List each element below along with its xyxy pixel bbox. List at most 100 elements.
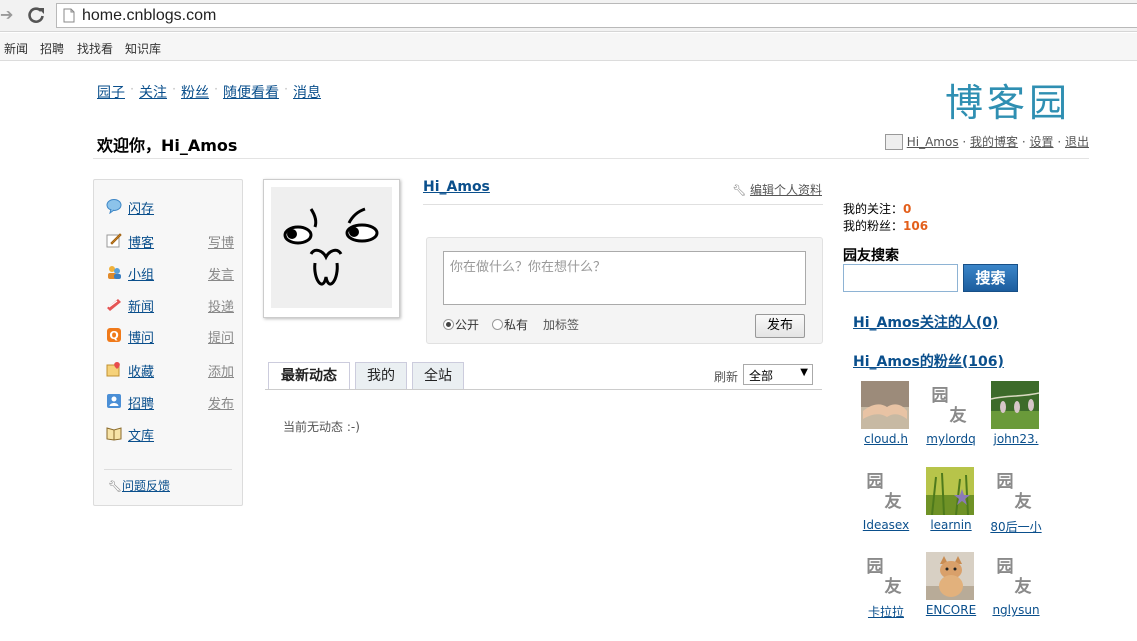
bookmark-jobs[interactable]: 招聘 [40,40,64,57]
filter-select[interactable]: 全部 ▼ [743,364,813,385]
blog-pencil-icon [106,233,122,248]
fans-list-link[interactable]: Hi_Amos的粉丝(106) [853,351,1004,371]
bookmark-search[interactable]: 找找看 [77,40,113,57]
fans-count[interactable]: 106 [903,219,928,233]
write-blog-link[interactable]: 写博 [208,232,234,251]
fan-item[interactable]: 园 友 Ideasex [853,467,919,537]
cnblogs-logo[interactable]: 博客园 [945,72,1085,125]
status-textarea[interactable]: 你在做什么？你在想什么？ [443,251,806,305]
settings-link[interactable]: 设置 [1030,135,1054,149]
edit-profile-link[interactable]: 编辑个人资料 [750,183,822,197]
svg-text:友: 友 [950,405,967,426]
sidebar-item-flash[interactable]: 闪存 [106,197,234,217]
fans-stat: 我的粉丝：106 [843,218,928,235]
profile-name-link[interactable]: Hi_Amos [423,179,490,195]
nav-messages[interactable]: 消息 [293,82,321,102]
fan-name[interactable]: john23. [979,432,1053,446]
refresh-link[interactable]: 刷新 [714,368,738,385]
feedback-row[interactable]: 🔧︎问题反馈 [108,477,170,494]
fan-item[interactable]: 园 友 卡拉拉 [853,552,919,622]
edit-profile-row[interactable]: 🔧︎ 编辑个人资料 [732,181,822,198]
default-avatar-icon: 园 友 [932,386,967,426]
user-name-link[interactable]: Hi_Amos [907,135,959,149]
profile-avatar[interactable] [263,179,400,318]
fan-item[interactable]: john23. [983,381,1049,451]
svg-text:园: 园 [997,472,1014,492]
public-radio[interactable]: 公开 [443,316,479,333]
fan-name[interactable]: learnin [914,518,988,532]
sidebar-item-group[interactable]: 小组 发言 [106,263,234,283]
user-search-input[interactable] [843,264,958,292]
follow-stats: 我的关注：0 我的粉丝：106 [843,201,928,235]
svg-text:友: 友 [1015,491,1032,512]
reload-icon[interactable] [26,5,46,25]
funny-face-icon [283,207,379,286]
feedback-link[interactable]: 问题反馈 [122,479,170,493]
nav-fans[interactable]: 粉丝 [181,82,209,102]
news-icon [107,299,121,311]
fan-name[interactable]: ENCORE [914,603,988,617]
tab-latest[interactable]: 最新动态 [268,362,350,390]
fan-name[interactable]: nglysun [979,603,1053,617]
fan-name[interactable]: cloud.h [849,432,923,446]
nav-follow[interactable]: 关注 [139,82,167,102]
nav-random[interactable]: 随便看看 [223,82,279,102]
user-avatar-icon[interactable] [884,134,903,150]
bookmark-kb[interactable]: 知识库 [125,40,161,57]
sidebar-item-jobs[interactable]: 招聘 发布 [106,392,234,412]
nav-separator: · [284,82,288,96]
sidebar-item-label: 闪存 [128,202,155,217]
svg-text:园: 园 [867,557,884,577]
sidebar-item-blog[interactable]: 博客 写博 [106,231,234,251]
fan-name[interactable]: 卡拉拉 [849,603,923,620]
tab-all[interactable]: 全站 [412,362,464,390]
fan-item[interactable]: learnin [918,467,984,537]
sidebar-item-news[interactable]: 新闻 投递 [106,295,234,315]
user-search-title: 园友搜索 [843,248,899,264]
add-favorite-link[interactable]: 添加 [208,361,234,380]
nav-yuanzi[interactable]: 园子 [97,82,125,102]
svg-text:Q: Q [109,329,118,342]
wrench-icon: 🔧︎ [108,480,122,493]
post-group-link[interactable]: 发言 [208,264,234,283]
avatar-image [271,187,392,308]
publish-job-link[interactable]: 发布 [208,393,234,412]
following-list-link[interactable]: Hi_Amos关注的人(0) [853,312,998,332]
favorite-icon [106,362,120,377]
nav-separator: · [172,82,176,96]
fan-item[interactable]: 园 友 mylordq [918,381,984,451]
fan-name[interactable]: 80后一小 [979,518,1053,535]
sidebar-item-favorites[interactable]: 收藏 添加 [106,360,234,380]
svg-text:园: 园 [997,557,1014,577]
sidebar-item-library[interactable]: 文库 [106,424,234,444]
profile-divider [423,204,823,205]
sidebar-item-question[interactable]: Q 博问 提问 [106,326,234,346]
my-blog-link[interactable]: 我的博客 [970,135,1018,149]
fan-item[interactable]: 园 友 80后一小 [983,467,1049,537]
cat-photo [926,552,974,600]
question-icon: Q [107,328,121,342]
search-button[interactable]: 搜索 [963,264,1018,292]
default-avatar-icon: 园 友 [867,557,902,597]
page-icon [63,8,75,23]
ask-question-link[interactable]: 提问 [208,327,234,346]
publish-button[interactable]: 发布 [755,314,805,338]
fan-name[interactable]: Ideasex [849,518,923,532]
add-tag-link[interactable]: 加标签 [543,316,579,333]
logout-link[interactable]: 退出 [1065,135,1089,149]
forward-arrow-icon[interactable]: ➔ [0,6,18,24]
fan-item[interactable]: cloud.h [853,381,919,451]
fan-item[interactable]: ENCORE [918,552,984,622]
default-avatar-icon: 园 友 [997,472,1032,512]
svg-text:友: 友 [1015,576,1032,597]
bookmark-news[interactable]: 新闻 [4,40,28,57]
tab-mine[interactable]: 我的 [355,362,407,390]
private-radio[interactable]: 私有 [492,316,528,333]
following-count[interactable]: 0 [903,202,911,216]
submit-news-link[interactable]: 投递 [208,296,234,315]
sidebar-item-label: 收藏 [128,365,155,380]
fan-item[interactable]: 园 友 nglysun [983,552,1049,622]
address-bar[interactable]: home.cnblogs.com [56,3,1137,28]
fan-name[interactable]: mylordq [914,432,988,446]
site-nav: 园子 · 关注 · 粉丝 · 随便看看 · 消息 [97,82,321,102]
